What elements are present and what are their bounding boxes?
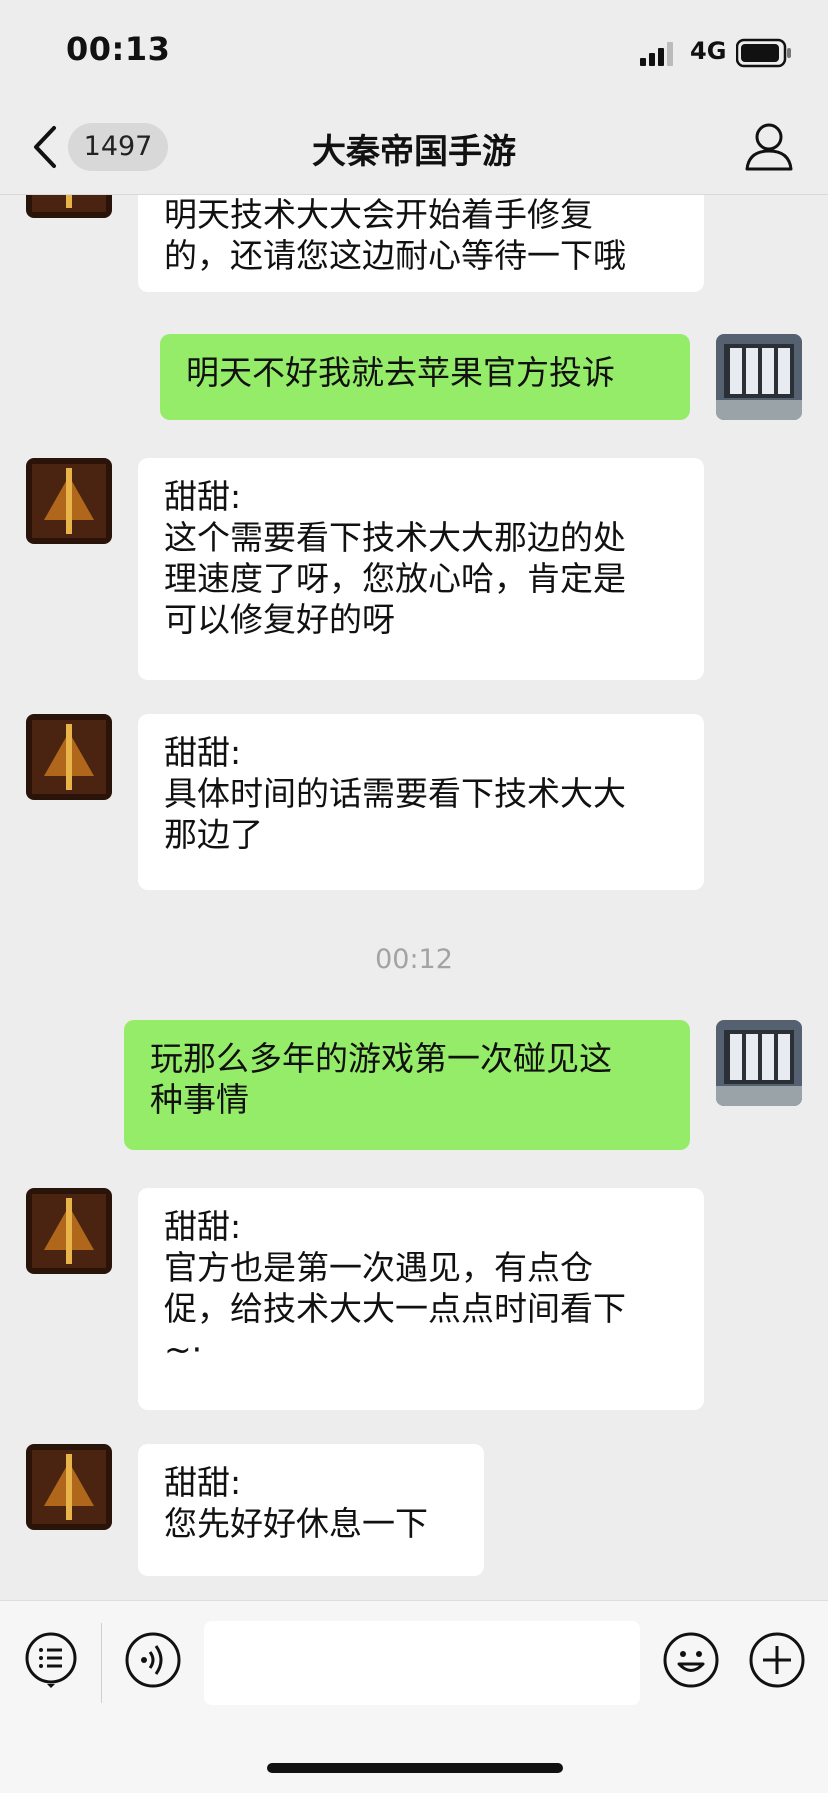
avatar-game[interactable] — [26, 458, 112, 544]
avatar-game[interactable] — [26, 194, 112, 218]
signal-icon — [640, 42, 673, 66]
sender-name: 甜甜: — [164, 1463, 242, 1502]
message-text: 明天技术大大会开始着手修复 的，还请您这边耐心等待一下哦 — [164, 195, 626, 275]
message-text: 具体时间的话需要看下技术大大 那边了 — [164, 774, 626, 854]
sender-name: 甜甜: — [164, 1207, 242, 1246]
avatar-game[interactable] — [26, 1444, 112, 1530]
message-bubble[interactable]: 明天技术大大会开始着手修复 的，还请您这边耐心等待一下哦 — [138, 194, 704, 292]
user-avatar-icon — [716, 334, 802, 420]
message-text: 这个需要看下技术大大那边的处 理速度了呀，您放心哈，肯定是 可以修复好的呀 — [164, 518, 626, 639]
smiley-icon[interactable] — [662, 1631, 720, 1689]
message-bubble[interactable]: 甜甜: 具体时间的话需要看下技术大大 那边了 — [138, 714, 704, 890]
status-bar: 00:13 4G — [0, 0, 828, 100]
message-text: 玩那么多年的游戏第一次碰见这 种事情 — [150, 1039, 612, 1119]
person-icon[interactable] — [744, 120, 794, 172]
game-logo-icon — [26, 194, 112, 218]
message-bubble[interactable]: 甜甜: 这个需要看下技术大大那边的处 理速度了呀，您放心哈，肯定是 可以修复好的… — [138, 458, 704, 680]
list-menu-icon[interactable] — [22, 1631, 80, 1689]
avatar-game[interactable] — [26, 1188, 112, 1274]
user-avatar-icon — [716, 1020, 802, 1106]
game-logo-icon — [26, 1188, 112, 1274]
nav-bar: 1497 大秦帝国手游 — [0, 100, 828, 195]
sender-name: 甜甜: — [164, 477, 242, 516]
message-bubble[interactable]: 甜甜: 官方也是第一次遇见，有点仓 促，给技术大大一点点时间看下 ~· — [138, 1188, 704, 1410]
message-text: 明天不好我就去苹果官方投诉 — [186, 353, 615, 392]
sender-name: 甜甜: — [164, 733, 242, 772]
home-indicator[interactable] — [267, 1763, 563, 1773]
chat-title: 大秦帝国手游 — [312, 132, 516, 172]
message-bubble[interactable]: 甜甜: 您先好好休息一下 — [138, 1444, 484, 1576]
game-logo-icon — [26, 714, 112, 800]
message-text: 您先好好休息一下 — [164, 1504, 428, 1543]
avatar-game[interactable] — [26, 714, 112, 800]
message-timestamp: 00:12 — [375, 944, 453, 975]
message-bubble-outgoing[interactable]: 玩那么多年的游戏第一次碰见这 种事情 — [124, 1020, 690, 1150]
status-time: 00:13 — [66, 30, 171, 68]
network-type: 4G — [690, 37, 727, 65]
game-logo-icon — [26, 1444, 112, 1530]
chat-area[interactable]: 明天技术大大会开始着手修复 的，还请您这边耐心等待一下哦 明天不好我就去苹果官方… — [0, 194, 828, 1600]
message-text: 官方也是第一次遇见，有点仓 促，给技术大大一点点时间看下 ~· — [164, 1248, 626, 1369]
input-divider — [101, 1623, 102, 1703]
message-bubble-outgoing[interactable]: 明天不好我就去苹果官方投诉 — [160, 334, 690, 420]
avatar-self[interactable] — [716, 1020, 802, 1106]
game-logo-icon — [26, 458, 112, 544]
message-input[interactable] — [204, 1621, 640, 1705]
avatar-self[interactable] — [716, 334, 802, 420]
voice-icon[interactable] — [124, 1631, 182, 1689]
battery-icon — [736, 38, 791, 68]
plus-icon[interactable] — [748, 1631, 806, 1689]
